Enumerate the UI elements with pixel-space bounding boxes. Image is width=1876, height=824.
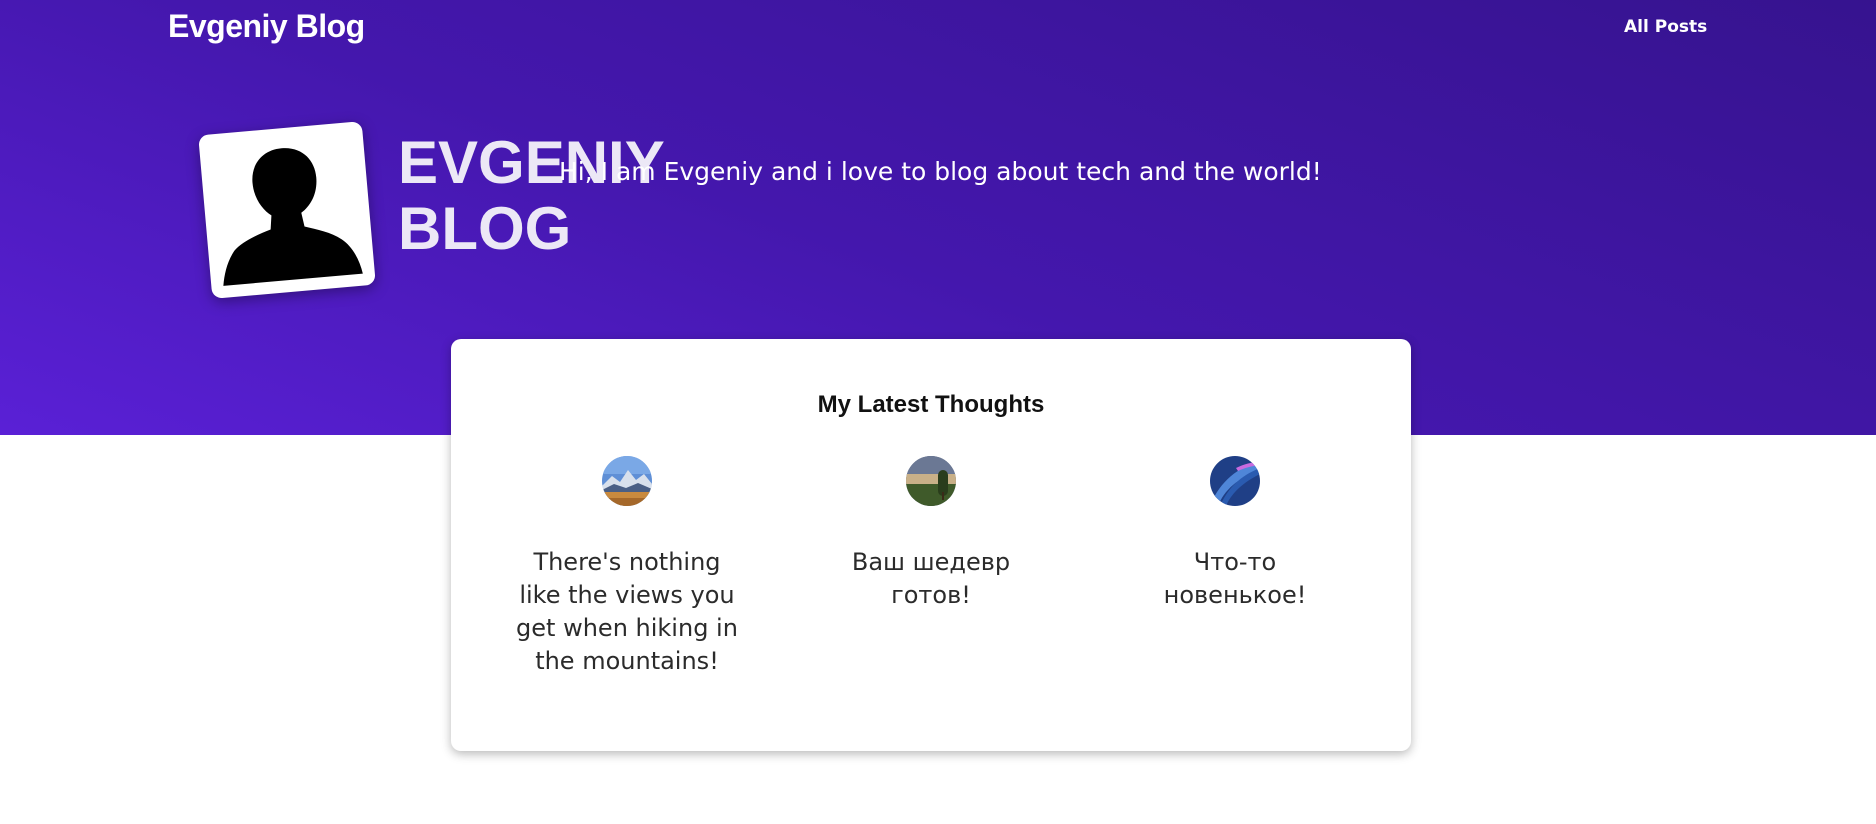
person-silhouette-icon [223, 148, 363, 286]
post-title-link[interactable]: Ваш шедевр готов! [801, 546, 1061, 612]
latest-posts-panel: My Latest Thoughts There's nothing like … [451, 339, 1411, 751]
post-card: There's nothing like the views you get w… [497, 456, 757, 678]
post-thumbnail-landscape-tree[interactable] [906, 456, 956, 506]
post-thumbnail-abstract-blue[interactable] [1210, 456, 1260, 506]
post-card: Что-то новенькое! [1105, 456, 1365, 612]
post-title-link[interactable]: There's nothing like the views you get w… [497, 546, 757, 678]
hero-tagline: Hi, I am Evgeniy and i love to blog abou… [559, 157, 1322, 186]
post-card: Ваш шедевр готов! [801, 456, 1061, 612]
avatar [198, 121, 376, 299]
nav-all-posts-link[interactable]: All Posts [1624, 17, 1707, 37]
site-title-link[interactable]: Evgeniy Blog [168, 8, 365, 45]
post-title-link[interactable]: Что-то новенькое! [1105, 546, 1365, 612]
latest-posts-heading: My Latest Thoughts [817, 391, 1045, 418]
hero-title: EVGENIY BLOG [398, 129, 664, 262]
post-thumbnail-mountains[interactable] [602, 456, 652, 506]
